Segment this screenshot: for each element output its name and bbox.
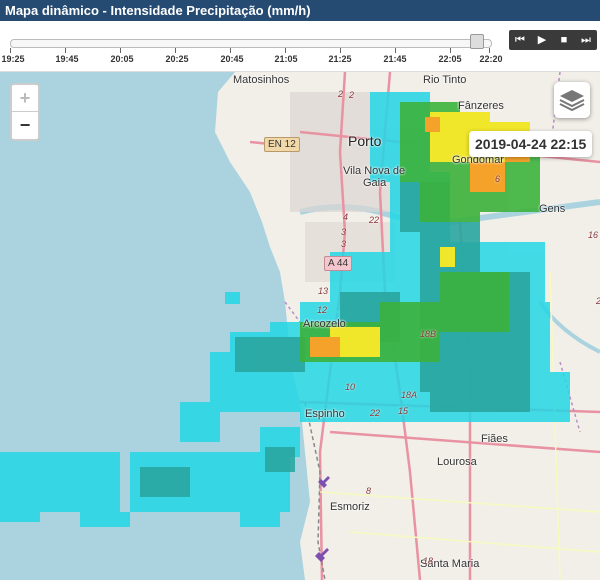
road-number: 18B [420,329,437,339]
road-number: 22 [369,215,380,225]
road-number: 25 [596,296,600,306]
road-number: 18 [423,556,434,566]
stop-button[interactable]: ■ [555,30,573,50]
road-number: 3 [341,239,347,249]
road-number: 13 [318,286,329,296]
road-number: 8 [366,486,372,496]
zoom-control: + − [10,83,40,141]
road-shield: EN 12 [264,137,300,152]
place-label: Fiães [481,433,508,445]
road-number: 12 [317,305,328,315]
place-label: Vila Nova de [343,165,406,177]
time-label: 21:25 [328,54,352,64]
time-labels: 19:25 19:45 20:05 20:25 20:45 21:05 21:2… [0,54,600,66]
place-label: Espinho [305,408,345,420]
road-number: 6 [495,174,501,184]
layers-button[interactable] [554,82,590,118]
window-title: Mapa dinâmico - Intensidade Precipitação… [0,0,600,21]
map-timestamp: 2019-04-24 22:15 [469,131,593,157]
road-number: 22 [370,408,381,418]
place-label: Gens [539,203,566,215]
time-label: 21:45 [383,54,407,64]
zoom-out-button[interactable]: − [12,112,38,138]
time-slider-panel: 19:25 19:45 20:05 20:25 20:45 21:05 21:2… [0,21,600,72]
forward-button[interactable]: ⏭ [577,30,595,50]
road-number: 18A [401,390,418,400]
time-label: 22:20 [479,54,503,64]
place-label: Gaia [363,177,387,189]
time-slider-track[interactable] [10,39,492,48]
playback-controls: ⏮ ▶ ■ ⏭ [509,30,597,50]
place-label: Matosinhos [233,74,290,86]
place-label: Fânzeres [458,100,504,112]
time-label: 19:25 [1,54,25,64]
rewind-button[interactable]: ⏮ [511,30,529,50]
time-slider-handle[interactable] [469,34,484,49]
time-label: 21:05 [274,54,298,64]
play-button[interactable]: ▶ [533,30,551,50]
place-label: Porto [348,133,382,149]
place-label: Rio Tinto [423,74,467,86]
road-number: 2 [338,89,344,99]
road-number: 10 [345,382,356,392]
road-number: 2 [349,90,355,100]
road-number: 16 [588,230,599,240]
place-label: Lourosa [437,456,477,468]
road-number: 15 [398,406,409,416]
time-label: 20:45 [220,54,244,64]
road-number: 4 [343,212,349,222]
zoom-in-button[interactable]: + [12,85,38,112]
layers-icon [559,90,585,112]
place-label: Esmoriz [330,501,370,513]
place-label: Arcozelo [303,318,346,330]
time-label: 20:25 [165,54,189,64]
road-number: 3 [341,227,347,237]
time-label: 19:45 [55,54,79,64]
time-label: 20:05 [110,54,134,64]
time-label: 22:05 [438,54,462,64]
road-shield: A 44 [324,256,353,271]
